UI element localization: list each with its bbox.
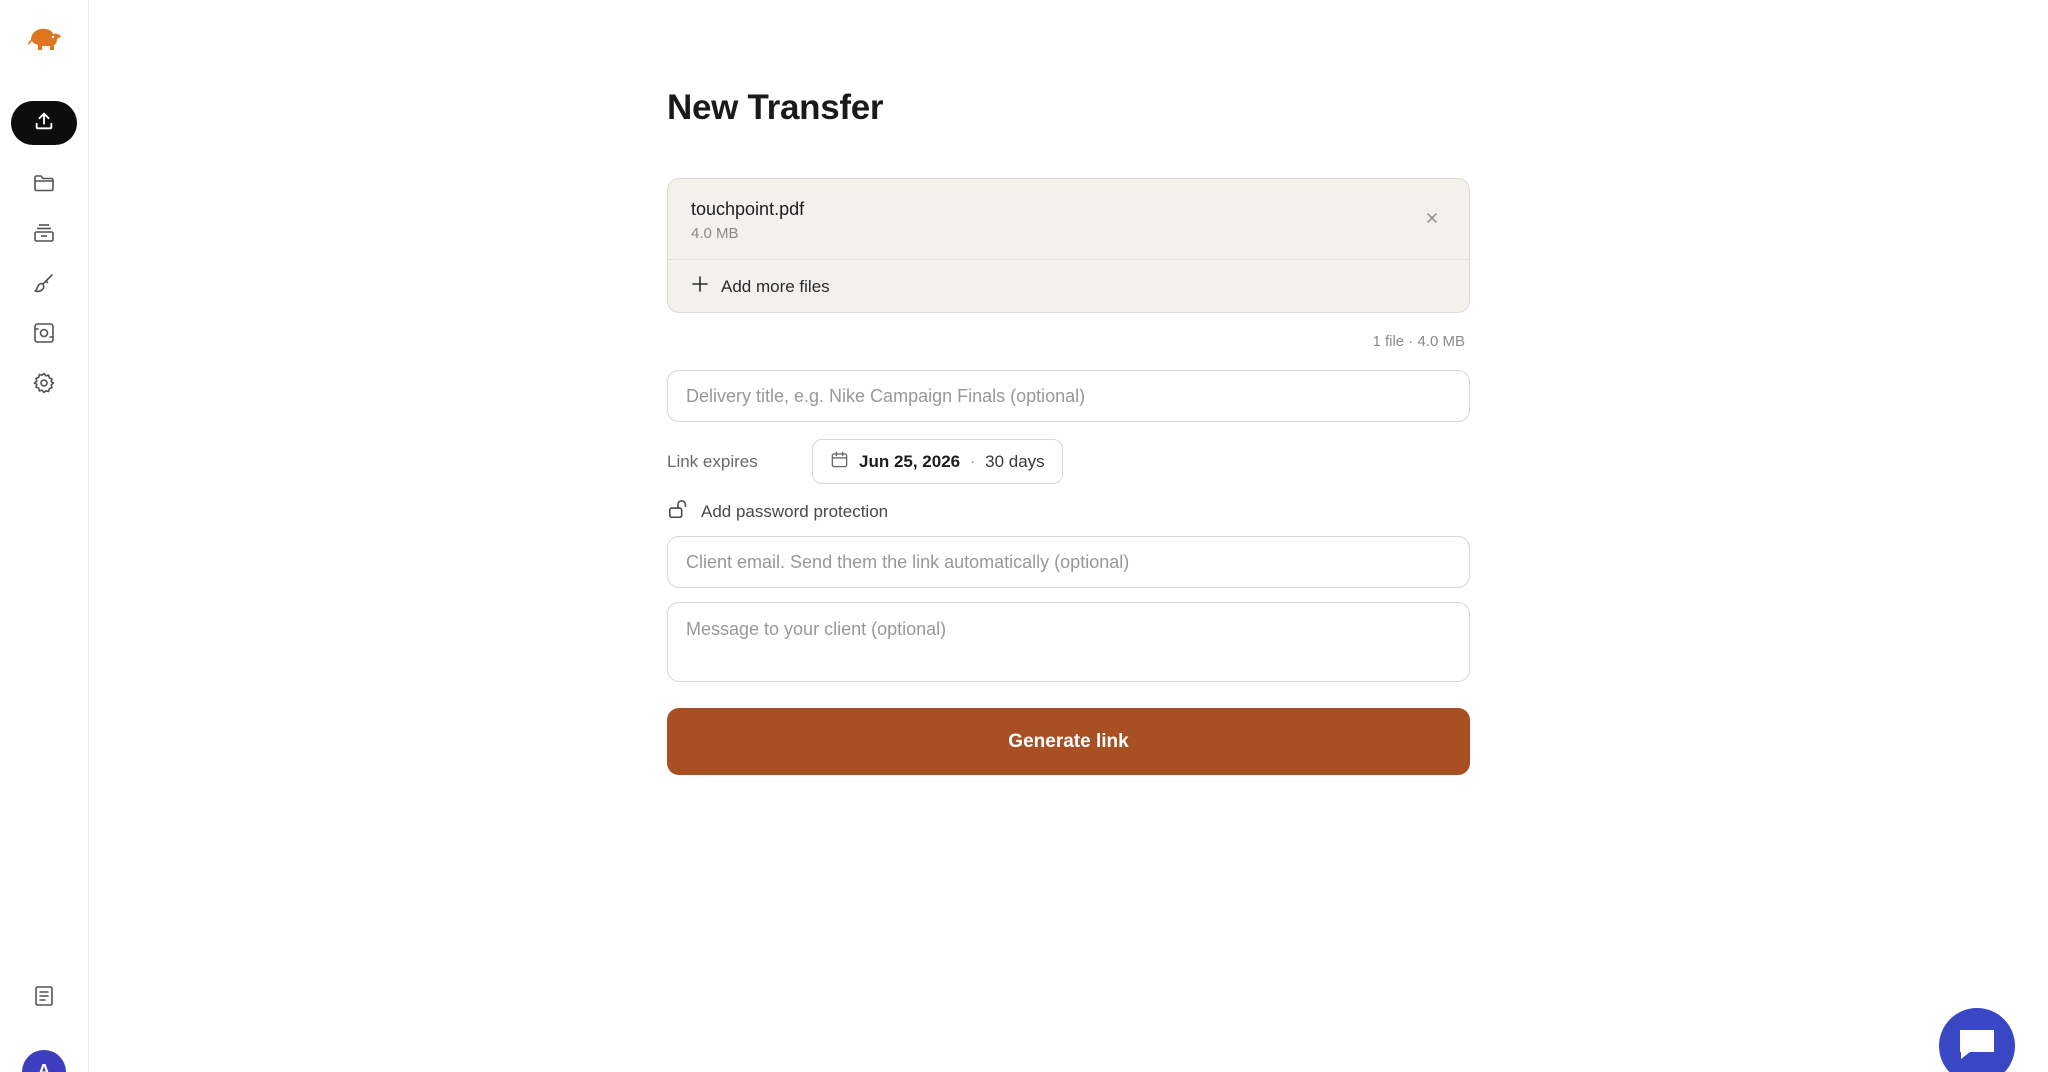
client-email-input[interactable]: [667, 536, 1470, 588]
expiry-separator: ·: [970, 453, 976, 470]
expiry-date: Jun 25, 2026: [859, 451, 961, 471]
expiry-date-picker[interactable]: Jun 25, 2026 · 30 days: [812, 439, 1063, 484]
chat-icon: [1956, 1026, 1998, 1067]
sidebar: A: [0, 0, 89, 1072]
expiry-duration: 30 days: [985, 451, 1045, 471]
sidebar-item-archive[interactable]: [26, 217, 62, 253]
camera-icon: [32, 321, 56, 350]
folder-icon: [32, 171, 56, 200]
add-password-button[interactable]: Add password protection: [667, 498, 888, 525]
unlock-icon: [667, 498, 689, 525]
gear-icon: [32, 371, 56, 400]
brush-icon: [32, 271, 56, 300]
remove-file-button[interactable]: [1423, 209, 1441, 227]
document-icon: [32, 984, 56, 1013]
sidebar-item-capture[interactable]: [26, 317, 62, 353]
file-name: touchpoint.pdf: [691, 199, 805, 219]
generate-link-button[interactable]: Generate link: [667, 708, 1470, 775]
link-expires-label: Link expires: [667, 452, 758, 471]
plus-icon: [691, 275, 709, 298]
file-size: 4.0 MB: [691, 225, 739, 242]
sidebar-item-folders[interactable]: [26, 167, 62, 203]
add-more-files-label: Add more files: [721, 276, 830, 296]
calendar-icon: [830, 450, 849, 474]
sidebar-item-branding[interactable]: [26, 267, 62, 303]
sidebar-item-docs[interactable]: [26, 980, 62, 1016]
avatar[interactable]: A: [22, 1050, 66, 1072]
file-summary: 1 file · 4.0 MB: [1372, 333, 1465, 350]
sidebar-item-settings[interactable]: [26, 367, 62, 403]
divider: [668, 259, 1469, 260]
add-more-files-button[interactable]: Add more files: [691, 275, 830, 298]
close-icon: [1423, 213, 1441, 231]
archive-icon: [32, 221, 56, 250]
chat-button[interactable]: [1939, 1008, 2015, 1072]
elephant-logo-icon[interactable]: [27, 26, 63, 54]
upload-icon: [33, 110, 55, 137]
sidebar-item-upload[interactable]: [11, 101, 77, 145]
file-list: touchpoint.pdf 4.0 MB Add more files: [667, 178, 1470, 313]
client-message-textarea[interactable]: [667, 602, 1470, 682]
page-title: New Transfer: [667, 88, 884, 127]
add-password-label: Add password protection: [701, 501, 889, 521]
delivery-title-input[interactable]: [667, 370, 1470, 422]
